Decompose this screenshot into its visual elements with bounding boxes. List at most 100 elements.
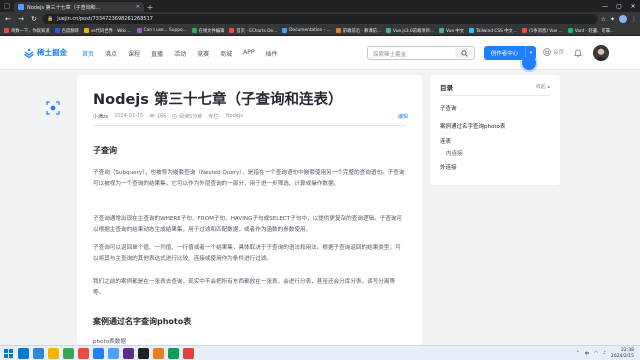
- bookmark-item[interactable]: vs代码世界 - Wiki ...: [83, 28, 132, 34]
- window-menu-icon[interactable]: ▢: [0, 0, 14, 12]
- user-avatar[interactable]: [593, 45, 609, 61]
- nav-item[interactable]: 插件: [265, 49, 277, 58]
- main-nav: 首页 沸点 课程 直播 活动 竞赛 商城 APP 插件: [82, 49, 277, 58]
- vip-crown-icon: [543, 48, 551, 56]
- toc-item[interactable]: 连表: [440, 137, 451, 145]
- taskbar-app-icon[interactable]: [168, 348, 179, 359]
- toc-collapse-button[interactable]: 收起 ▴: [536, 83, 550, 90]
- toc-title: 目录: [440, 84, 453, 92]
- taskbar-app-icon[interactable]: [33, 348, 44, 359]
- bookmark-item[interactable]: Vue 中文: [438, 28, 464, 34]
- toc-subitem[interactable]: 内连接: [446, 149, 463, 157]
- search-button[interactable]: [455, 48, 473, 58]
- bookmark-favicon-icon: [54, 28, 60, 33]
- table-of-contents: 目录 收起 ▴ 子查询 案例通过名字查询photo表 连表 内连接 外连接: [430, 75, 560, 185]
- creator-center-label: 创作者中心: [484, 46, 526, 60]
- juejin-logo[interactable]: 稀土掘金: [24, 47, 67, 58]
- address-bar[interactable]: 🔒 juejin.cn/post/7334723698261268517: [42, 14, 598, 24]
- forward-icon[interactable]: →: [16, 14, 26, 24]
- taskbar-app-icon[interactable]: [93, 348, 104, 359]
- taskbar-app-icon[interactable]: [123, 348, 134, 359]
- browser-tab-active[interactable]: Nodejs 第三十七章（子查询和... ✕: [14, 2, 144, 12]
- chevron-up-icon[interactable]: ⌃: [576, 351, 580, 356]
- back-icon[interactable]: ←: [3, 14, 13, 24]
- bookmark-item[interactable]: 首页 · ECharts De...: [229, 28, 277, 34]
- bookmark-item[interactable]: Documentation - ...: [282, 28, 331, 33]
- bookmark-favicon-icon: [438, 28, 444, 33]
- bookmarks-bar: 鸡数一下，你就知道 百度翻译 vs代码世界 - Wiki ... Can I use.…: [0, 26, 640, 36]
- taskbar-app-icon[interactable]: [183, 348, 194, 359]
- bookmark-item[interactable]: 鸡数一下，你就知道: [4, 28, 50, 34]
- taskbar-apps: [3, 348, 194, 359]
- bookmark-label: Vue 中文: [445, 28, 464, 34]
- bookmark-label: 鸡数一下，你就知道: [11, 28, 50, 34]
- bookmark-favicon-icon: [468, 28, 474, 33]
- taskbar-app-icon[interactable]: [138, 348, 149, 359]
- profile-avatar[interactable]: [619, 15, 627, 23]
- ime-indicator[interactable]: 中: [585, 351, 590, 357]
- toc-divider: [440, 95, 550, 96]
- volume-icon[interactable]: ♪: [603, 351, 606, 356]
- clock[interactable]: 22:38 2024/2/15: [611, 348, 634, 359]
- bookmark-label: Documentation - ...: [289, 28, 331, 33]
- windows-start-icon[interactable]: [3, 348, 14, 359]
- bookmark-favicon-icon: [4, 28, 9, 33]
- title-divider: [93, 125, 406, 126]
- publish-date: 2024-02-15: [114, 113, 144, 119]
- reload-icon[interactable]: ↻: [29, 14, 39, 24]
- nav-item[interactable]: 商城: [220, 49, 232, 58]
- notification-bell-icon[interactable]: [573, 48, 583, 58]
- author-name[interactable]: 小满zs: [93, 113, 108, 120]
- close-tab-icon[interactable]: ✕: [136, 4, 140, 10]
- section-heading: 案例通过名字查询photo表: [93, 317, 192, 326]
- taskbar-app-icon[interactable]: [78, 348, 89, 359]
- nav-item[interactable]: 首页: [82, 49, 94, 58]
- toc-item[interactable]: 案例通过名字查询photo表: [440, 122, 505, 130]
- bookmark-item[interactable]: Can I use... Suppo...: [136, 28, 187, 33]
- focus-mode-icon[interactable]: [46, 101, 60, 115]
- bookmark-item[interactable]: Vant · 轻量、可靠...: [567, 28, 614, 34]
- floating-assistant-bubble[interactable]: [522, 56, 536, 70]
- browser-tabstrip: ▢ Nodejs 第三十七章（子查询和... ✕ + — ▢ ✕: [0, 0, 640, 12]
- close-window-icon[interactable]: ✕: [626, 0, 640, 12]
- bookmark-favicon-icon: [136, 28, 142, 33]
- bookmark-star-icon[interactable]: ☆: [601, 16, 606, 23]
- views-count: 166: [156, 113, 167, 120]
- bookmark-item[interactable]: 在线文件编辑: [191, 28, 224, 34]
- tab-title: Nodejs 第三十七章（子查询和...: [27, 4, 101, 11]
- minimize-icon[interactable]: —: [598, 0, 612, 12]
- taskbar-app-icon[interactable]: [63, 348, 74, 359]
- extensions-icon[interactable]: ✦: [610, 16, 615, 23]
- paragraph: 子查询（Subquery），也被称为嵌套查询（Nested Query），是指在…: [93, 170, 405, 188]
- bookmark-item[interactable]: Vue.js3.0前端项目...: [386, 28, 434, 34]
- taskbar-app-icon[interactable]: [108, 348, 119, 359]
- browser-menu-icon[interactable]: ⋮: [631, 16, 637, 23]
- wifi-icon[interactable]: ◠: [594, 351, 598, 356]
- taskbar-app-icon[interactable]: [153, 348, 164, 359]
- toc-item[interactable]: 子查询: [440, 104, 457, 112]
- vip-link[interactable]: 会员: [543, 48, 564, 56]
- search-box[interactable]: 探索稀土掘金: [367, 46, 475, 60]
- bookmark-favicon-icon: [567, 28, 573, 33]
- bookmark-item[interactable]: 前端前沿 · 慕课前...: [335, 28, 381, 34]
- paragraph: photo表数据: [93, 339, 126, 345]
- column-label: 专栏:: [208, 114, 220, 120]
- article-title: Nodejs 第三十七章（子查询和连表）: [93, 92, 343, 108]
- toc-item[interactable]: 外连接: [440, 163, 457, 171]
- nav-item[interactable]: 竞赛: [197, 49, 209, 58]
- nav-item[interactable]: 沸点: [105, 49, 117, 58]
- nav-item[interactable]: 直播: [151, 49, 163, 58]
- new-tab-icon[interactable]: +: [144, 2, 156, 12]
- bookmark-item[interactable]: Tailwind CSS 中文...: [468, 28, 517, 34]
- bookmark-item[interactable]: 百度翻译: [54, 28, 79, 34]
- column-name[interactable]: Nodejs: [226, 113, 243, 120]
- nav-item[interactable]: APP: [243, 49, 254, 58]
- maximize-icon[interactable]: ▢: [612, 0, 626, 12]
- system-tray: ⌃ 中 ◠ ♪ 22:38 2024/2/15: [576, 348, 634, 359]
- nav-item[interactable]: 活动: [174, 49, 186, 58]
- bookmark-item[interactable]: (1条消息) Vue ...: [521, 28, 563, 34]
- taskbar-app-icon[interactable]: [48, 348, 59, 359]
- edit-link[interactable]: 编辑: [398, 113, 408, 120]
- taskbar-app-icon[interactable]: [18, 348, 29, 359]
- nav-item[interactable]: 课程: [128, 49, 140, 58]
